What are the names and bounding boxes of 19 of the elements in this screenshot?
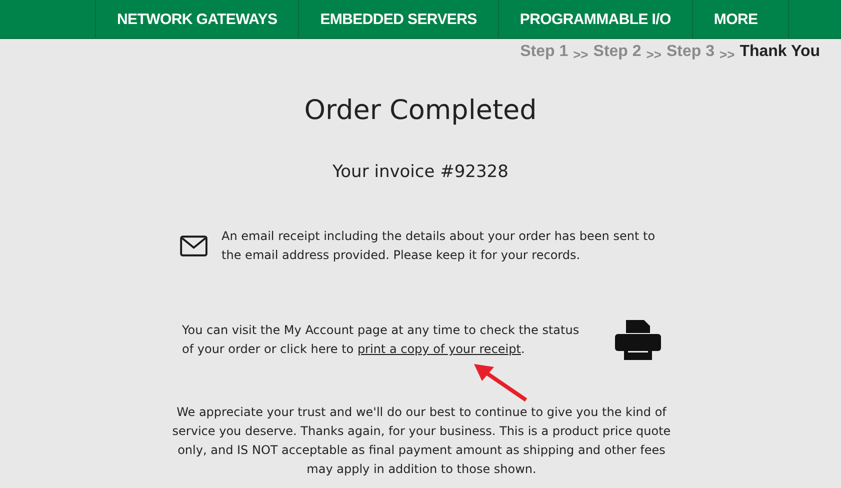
breadcrumb-separator: >>: [646, 46, 662, 62]
breadcrumb-separator: >>: [573, 46, 588, 62]
nav-link[interactable]: NETWORK GATEWAYS: [95, 0, 298, 38]
account-notice: You can visit the My Account page at any time to check the status of your order or click here to print a copy of your receipt.: [182, 322, 580, 358]
step-label: Step 3: [666, 43, 714, 62]
breadcrumb-separator: >>: [720, 46, 735, 62]
nav-link[interactable]: PROGRAMMABLE I/O: [498, 0, 692, 38]
nav-link[interactable]: EMBEDDED SERVERS: [298, 0, 498, 38]
step-label: Step 1: [520, 43, 568, 62]
disclaimer-text: We appreciate your trust and we'll do our best to continue to give you the kind of service you deserve. Thanks again, for your business. This is a product price quote only, and IS NOT acceptable as final payment amount as shipping and other fees may apply in addition to those shown.: [172, 404, 672, 478]
page-title: Order Completed: [303, 95, 538, 126]
pointer-arrow: [472, 362, 528, 402]
step-label: Thank You: [740, 43, 820, 62]
invoice-number: Your invoice #92328: [332, 162, 510, 182]
printer-icon: [614, 319, 662, 361]
nav-link[interactable]: MORE: [692, 0, 789, 38]
email-notice: An email receipt including the details about your order has been sent to the email address provided. Please keep it for your records.: [222, 228, 656, 264]
print-receipt-link[interactable]: print a copy of your receipt: [357, 342, 521, 356]
step-label: Step 2: [593, 43, 642, 62]
